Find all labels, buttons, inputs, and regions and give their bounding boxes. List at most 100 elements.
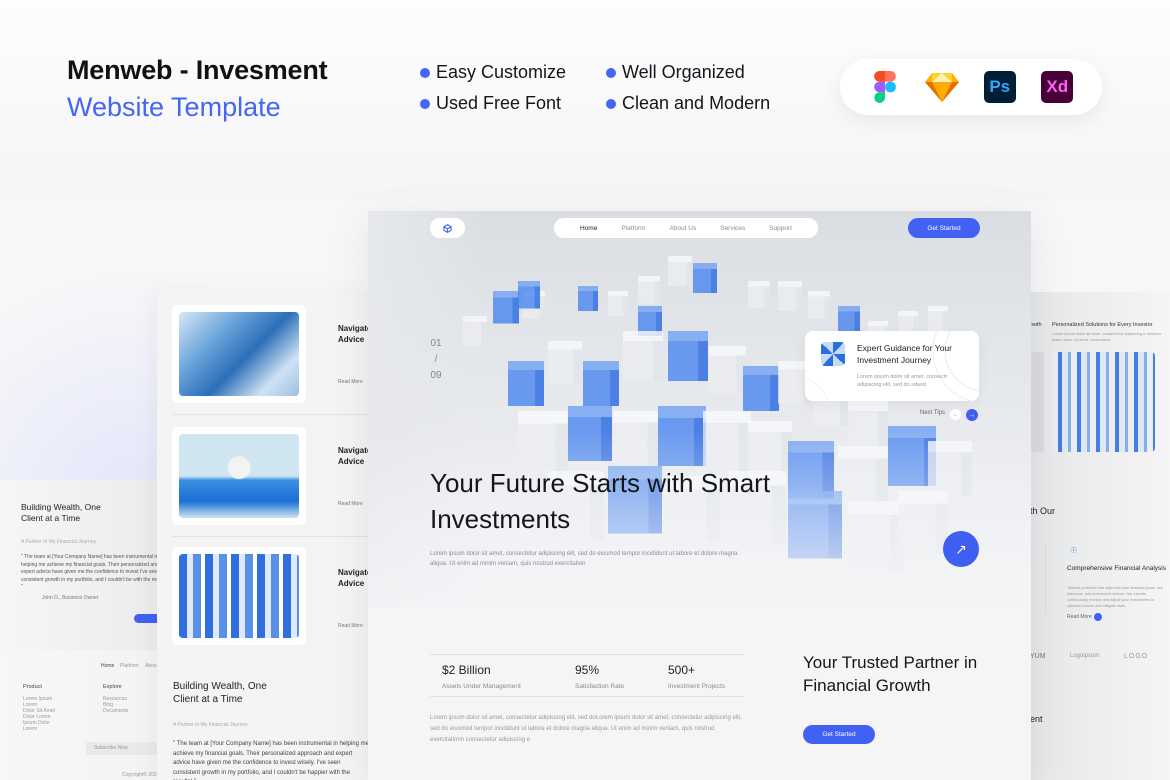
- service-read-more[interactable]: Read More: [1067, 614, 1092, 622]
- get-started-bottom-button[interactable]: Get Started: [803, 725, 875, 744]
- divider: [172, 536, 369, 537]
- read-more-link[interactable]: Read More: [338, 623, 363, 629]
- stat-value: $2 Billion: [442, 663, 491, 677]
- divider: [1045, 542, 1046, 612]
- blog-card-heading: Navigate Advice: [338, 324, 369, 344]
- service-title: Comprehensive Financial Analysis: [1067, 565, 1166, 572]
- robot-on-cubes-image: [179, 434, 299, 518]
- hero-section: Home Platform About Us Services Support …: [368, 211, 1031, 608]
- next-tip-button[interactable]: →: [966, 409, 978, 421]
- tip-text: Lorem ipsum dolor sit amet, consectr adi…: [857, 374, 948, 388]
- cube-logo-icon: [443, 223, 452, 233]
- blog-card-heading: Navigate Advice: [338, 568, 369, 588]
- xd-label: Xd: [1041, 71, 1074, 103]
- bullet-icon: [420, 98, 430, 109]
- tip-title: Expert Guidance for Your Investment Jour…: [857, 343, 952, 365]
- hero-text: Lorem ipsum dolor sit amet, consectetur …: [430, 551, 738, 567]
- right-partial-heading: owth: [1030, 322, 1042, 328]
- subscribe-placeholder: Subscribe Now: [94, 745, 128, 751]
- stats-row: $2 Billion Assets Under Management 95% S…: [430, 654, 744, 697]
- feature-item: Clean and Modern: [606, 93, 806, 114]
- footer-product-heading: Product: [23, 684, 42, 690]
- far-left-testimonial-panel: Building Wealth, One Client at a Time A …: [0, 480, 170, 650]
- testimonial-title: Building Wealth, One Client at a Time: [173, 681, 267, 705]
- nav-services[interactable]: Services: [720, 225, 745, 232]
- arrow-left-icon: ←: [952, 411, 959, 418]
- feature-label: Clean and Modern: [622, 93, 771, 113]
- slide-separator: /: [434, 354, 438, 365]
- feature-item: Used Free Font: [420, 93, 606, 114]
- footer-explore-link[interactable]: Documents: [103, 708, 128, 716]
- personalized-heading: Personalized Solutions for Every Investo…: [1052, 322, 1153, 328]
- analysis-icon: ☉: [1070, 546, 1078, 555]
- footer-nav-home[interactable]: Home: [101, 663, 114, 671]
- photoshop-label: Ps: [983, 71, 1016, 103]
- next-tips-label: Next Tips: [920, 410, 946, 416]
- partner-logo: LOGO: [1124, 653, 1149, 660]
- main-page-mockup: Home Platform About Us Services Support …: [368, 211, 1031, 780]
- stat-item: 500+ Investment Projects: [668, 663, 725, 690]
- subscribe-input[interactable]: Subscribe Now: [86, 742, 166, 755]
- read-more-arrow-icon[interactable]: [1094, 613, 1102, 621]
- partner-logo: Logoipsum: [1070, 653, 1100, 659]
- tip-thumbnail: [821, 342, 845, 366]
- main-nav: Home Platform About Us Services Support: [554, 218, 818, 238]
- stat-label: Satisfaction Rate: [575, 683, 625, 690]
- far-left-quote: " The team at [Your Company Name] has be…: [21, 554, 168, 590]
- blue-cubes-image: [1052, 352, 1155, 452]
- trusted-partner-title: Your Trusted Partner in Financial Growth: [803, 653, 978, 695]
- divider: [172, 414, 369, 415]
- testimonial-quote: " The team at [Your Company Name] has be…: [173, 741, 369, 780]
- feature-label: Easy Customize: [436, 62, 567, 82]
- right-partial-bottom: ent: [1030, 714, 1043, 724]
- slide-counter: 01 / 09: [430, 336, 442, 384]
- hero-title: Your Future Starts with Smart Investment…: [430, 468, 771, 534]
- read-more-link[interactable]: Read More: [338, 501, 363, 507]
- far-left-subtitle: A Partner In My Financial Journey: [21, 539, 97, 545]
- far-left-title: Building Wealth, One Client at a Time: [21, 502, 101, 523]
- service-text: Tailored portfolios that align with your…: [1067, 586, 1163, 608]
- left-blog-panel: Navigate Advice Read More Navigate Advic…: [157, 292, 369, 780]
- blog-card-image[interactable]: [172, 427, 306, 525]
- ice-cubes-image: [179, 312, 299, 396]
- bullet-icon: [420, 67, 430, 78]
- image-edge: [1030, 352, 1044, 452]
- product-title: Menweb - Invesment: [67, 55, 328, 85]
- stat-item: 95% Satisfaction Rate: [575, 663, 624, 690]
- blog-card-image[interactable]: [172, 305, 306, 403]
- right-services-panel: owth Personalized Solutions for Every In…: [1030, 292, 1170, 780]
- feature-list: Easy Customize Well Organized Used Free …: [420, 62, 806, 114]
- footer-nav-platform[interactable]: Platform: [120, 663, 139, 671]
- hero-arrow-button[interactable]: ↗: [943, 531, 979, 567]
- stat-item: $2 Billion Assets Under Management: [442, 663, 521, 690]
- prev-tip-button[interactable]: ←: [950, 409, 961, 420]
- bullet-icon: [606, 67, 616, 78]
- stat-label: Investment Projects: [668, 683, 726, 690]
- nav-platform[interactable]: Platform: [621, 225, 645, 232]
- slide-total: 09: [430, 370, 442, 381]
- about-text: Lorem ipsum dolor sit amet, consectetur …: [430, 715, 742, 743]
- feature-item: Well Organized: [606, 62, 806, 83]
- footer-product-link[interactable]: Lorem: [23, 726, 37, 734]
- blue-bars-image: [179, 554, 299, 638]
- far-left-author: John D., Business Owner: [42, 595, 99, 601]
- read-more-link[interactable]: Read More: [338, 379, 363, 385]
- stat-value: 500+: [668, 663, 696, 677]
- figma-icon: [868, 70, 902, 104]
- feature-item: Easy Customize: [420, 62, 606, 83]
- tip-card[interactable]: Expert Guidance for Your Investment Jour…: [805, 331, 979, 401]
- nav-home[interactable]: Home: [580, 225, 597, 232]
- arrow-up-right-icon: ↗: [955, 540, 967, 557]
- blog-card-image[interactable]: [172, 547, 306, 645]
- adobe-xd-icon: Xd: [1040, 70, 1074, 104]
- get-started-button[interactable]: Get Started: [908, 218, 980, 238]
- product-subtitle: Website Template: [67, 92, 281, 122]
- feature-label: Used Free Font: [436, 93, 562, 113]
- logo-button[interactable]: [430, 218, 465, 238]
- nav-about-us[interactable]: About Us: [670, 225, 697, 232]
- stat-value: 95%: [575, 663, 600, 677]
- partner-logo: YUM: [1030, 653, 1046, 660]
- sketch-icon: [925, 70, 960, 104]
- photoshop-icon: Ps: [983, 70, 1017, 104]
- nav-support[interactable]: Support: [769, 225, 792, 232]
